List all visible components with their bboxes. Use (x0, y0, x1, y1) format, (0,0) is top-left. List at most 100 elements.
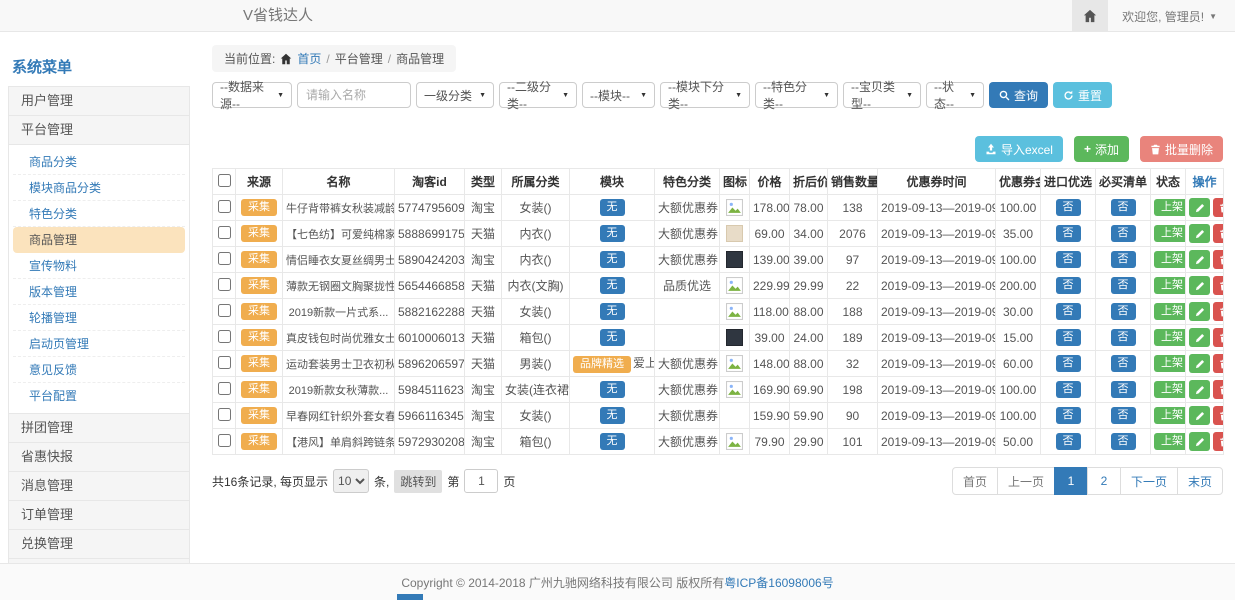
filter-select[interactable]: --状态--▼ (926, 82, 984, 108)
edit-button[interactable] (1189, 250, 1210, 269)
must-buy-toggle[interactable]: 否 (1111, 199, 1136, 216)
import-select-toggle[interactable]: 否 (1056, 303, 1081, 320)
status-badge[interactable]: 上架 (1154, 329, 1186, 346)
import-select-toggle[interactable]: 否 (1056, 277, 1081, 294)
icp-link[interactable]: 粤ICP备16098006号 (724, 574, 833, 591)
edit-button[interactable] (1189, 432, 1210, 451)
import-select-toggle[interactable]: 否 (1056, 407, 1081, 424)
filter-select[interactable]: --模块下分类--▼ (660, 82, 750, 108)
select-all-checkbox[interactable] (218, 174, 231, 187)
sidebar-subitem-模块商品分类[interactable]: 模块商品分类 (13, 175, 185, 201)
sidebar-item-用户管理[interactable]: 用户管理 (8, 86, 190, 116)
must-buy-toggle[interactable]: 否 (1111, 303, 1136, 320)
sidebar-item-平台管理[interactable]: 平台管理 (8, 115, 190, 145)
row-checkbox[interactable] (218, 226, 231, 239)
breadcrumb-home-link[interactable]: 首页 (297, 50, 321, 67)
sidebar-subitem-轮播管理[interactable]: 轮播管理 (13, 305, 185, 331)
sidebar-item-拼团管理[interactable]: 拼团管理 (8, 413, 190, 443)
delete-button[interactable] (1213, 380, 1224, 399)
delete-button[interactable] (1213, 328, 1224, 347)
must-buy-toggle[interactable]: 否 (1111, 407, 1136, 424)
pager-button-1[interactable]: 1 (1054, 467, 1088, 495)
row-checkbox[interactable] (218, 278, 231, 291)
page-number-input[interactable] (464, 469, 498, 493)
search-button[interactable]: 查询 (989, 82, 1048, 108)
must-buy-toggle[interactable]: 否 (1111, 329, 1136, 346)
status-badge[interactable]: 上架 (1154, 355, 1186, 372)
edit-button[interactable] (1189, 276, 1210, 295)
status-badge[interactable]: 上架 (1154, 277, 1186, 294)
delete-button[interactable] (1213, 224, 1224, 243)
pager-button-末页[interactable]: 末页 (1177, 467, 1223, 495)
delete-button[interactable] (1213, 250, 1224, 269)
delete-button[interactable] (1213, 432, 1224, 451)
sidebar-item-兑换管理[interactable]: 兑换管理 (8, 529, 190, 559)
filter-select[interactable]: --宝贝类型--▼ (843, 82, 921, 108)
import-select-toggle[interactable]: 否 (1056, 251, 1081, 268)
filter-select[interactable]: --特色分类--▼ (755, 82, 838, 108)
filter-select[interactable]: --模块--▼ (582, 82, 655, 108)
sidebar-item-省惠快报[interactable]: 省惠快报 (8, 442, 190, 472)
import-select-toggle[interactable]: 否 (1056, 381, 1081, 398)
pager-button-首页[interactable]: 首页 (952, 467, 998, 495)
sidebar-subitem-商品管理[interactable]: 商品管理 (13, 227, 185, 253)
per-page-select[interactable]: 10 (333, 469, 369, 493)
pager-button-上一页[interactable]: 上一页 (997, 467, 1055, 495)
edit-button[interactable] (1189, 406, 1210, 425)
edit-button[interactable] (1189, 198, 1210, 217)
delete-button[interactable] (1213, 276, 1224, 295)
status-badge[interactable]: 上架 (1154, 407, 1186, 424)
filter-select[interactable]: --二级分类--▼ (499, 82, 577, 108)
row-checkbox[interactable] (218, 408, 231, 421)
status-badge[interactable]: 上架 (1154, 303, 1186, 320)
must-buy-toggle[interactable]: 否 (1111, 225, 1136, 242)
home-button[interactable] (1072, 0, 1108, 32)
sidebar-subitem-宣传物料[interactable]: 宣传物料 (13, 253, 185, 279)
import-select-toggle[interactable]: 否 (1056, 225, 1081, 242)
row-checkbox[interactable] (218, 200, 231, 213)
edit-button[interactable] (1189, 354, 1210, 373)
sidebar-subitem-意见反馈[interactable]: 意见反馈 (13, 357, 185, 383)
delete-button[interactable] (1213, 198, 1224, 217)
row-checkbox[interactable] (218, 252, 231, 265)
sidebar-subitem-商品分类[interactable]: 商品分类 (13, 149, 185, 175)
sidebar-item-消息管理[interactable]: 消息管理 (8, 471, 190, 501)
reset-button[interactable]: 重置 (1053, 82, 1112, 108)
pager-button-2[interactable]: 2 (1087, 467, 1121, 495)
import-excel-button[interactable]: 导入excel (975, 136, 1063, 162)
row-checkbox[interactable] (218, 434, 231, 447)
sidebar-subitem-平台配置[interactable]: 平台配置 (13, 383, 185, 409)
status-badge[interactable]: 上架 (1154, 199, 1186, 216)
sidebar-subitem-版本管理[interactable]: 版本管理 (13, 279, 185, 305)
filter-select[interactable]: 一级分类▼ (416, 82, 494, 108)
must-buy-toggle[interactable]: 否 (1111, 355, 1136, 372)
filter-select[interactable]: --数据来源--▼ (212, 82, 292, 108)
row-checkbox[interactable] (218, 330, 231, 343)
pager-button-下一页[interactable]: 下一页 (1120, 467, 1178, 495)
status-badge[interactable]: 上架 (1154, 251, 1186, 268)
jump-button[interactable]: 跳转到 (394, 470, 442, 493)
import-select-toggle[interactable]: 否 (1056, 355, 1081, 372)
must-buy-toggle[interactable]: 否 (1111, 381, 1136, 398)
import-select-toggle[interactable]: 否 (1056, 199, 1081, 216)
must-buy-toggle[interactable]: 否 (1111, 433, 1136, 450)
add-button[interactable]: + 添加 (1074, 136, 1129, 162)
edit-button[interactable] (1189, 380, 1210, 399)
import-select-toggle[interactable]: 否 (1056, 329, 1081, 346)
delete-button[interactable] (1213, 354, 1224, 373)
row-checkbox[interactable] (218, 304, 231, 317)
must-buy-toggle[interactable]: 否 (1111, 251, 1136, 268)
sidebar-subitem-特色分类[interactable]: 特色分类 (13, 201, 185, 227)
import-select-toggle[interactable]: 否 (1056, 433, 1081, 450)
bulk-delete-button[interactable]: 批量删除 (1140, 136, 1223, 162)
user-menu[interactable]: 欢迎您, 管理员! ▼ (1108, 8, 1235, 25)
sidebar-subitem-启动页管理[interactable]: 启动页管理 (13, 331, 185, 357)
edit-button[interactable] (1189, 302, 1210, 321)
edit-button[interactable] (1189, 224, 1210, 243)
search-input[interactable] (297, 82, 411, 108)
sidebar-item-订单管理[interactable]: 订单管理 (8, 500, 190, 530)
edit-button[interactable] (1189, 328, 1210, 347)
delete-button[interactable] (1213, 406, 1224, 425)
row-checkbox[interactable] (218, 382, 231, 395)
status-badge[interactable]: 上架 (1154, 225, 1186, 242)
